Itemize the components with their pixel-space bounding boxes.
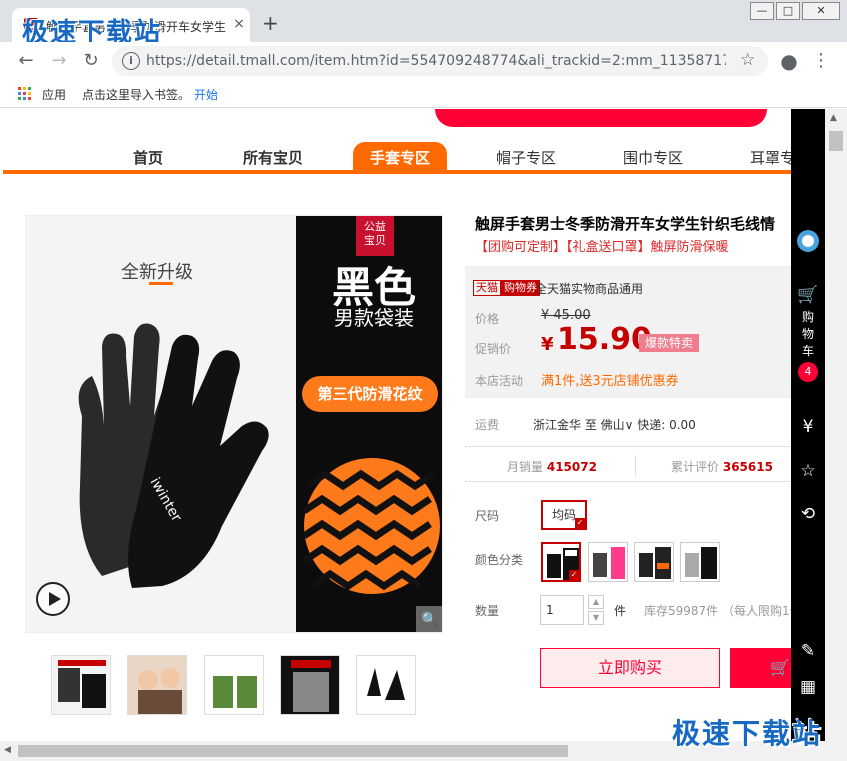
nav-all-items[interactable]: 所有宝贝 bbox=[243, 147, 303, 168]
currency-symbol: ¥ bbox=[541, 334, 554, 355]
shop-activity[interactable]: 满1件,送3元店铺优惠券 bbox=[541, 370, 679, 389]
window-close-button[interactable]: ✕ bbox=[802, 2, 840, 20]
nav-underline bbox=[3, 170, 791, 174]
color-option-4[interactable] bbox=[680, 542, 720, 582]
promo-price: 15.90 bbox=[557, 322, 652, 357]
pattern-circle bbox=[302, 458, 440, 594]
quantity-unit: 件 bbox=[614, 604, 627, 618]
bookmark-start-link[interactable]: 开始 bbox=[194, 86, 218, 103]
quantity-decrease-button[interactable]: ▼ bbox=[588, 611, 604, 625]
size-label: 尺码 bbox=[475, 509, 500, 523]
quantity-increase-button[interactable]: ▲ bbox=[588, 595, 604, 609]
new-tab-button[interactable]: + bbox=[262, 13, 279, 33]
charity-badge: 公益 宝贝 bbox=[356, 216, 394, 256]
nav-earmuffs[interactable]: 耳罩专 bbox=[750, 147, 791, 168]
bookmark-import-hint[interactable]: 点击这里导入书签。 bbox=[82, 86, 190, 103]
bag-text: 男款袋装 bbox=[334, 306, 414, 330]
size-option[interactable]: 均码 ✓ bbox=[541, 500, 587, 530]
yen-icon[interactable]: ¥ bbox=[796, 415, 820, 439]
url-text[interactable]: https://detail.tmall.com/item.htm?id=554… bbox=[146, 53, 726, 69]
back-icon[interactable]: ← bbox=[15, 50, 37, 72]
promo-price-label: 促销价 bbox=[475, 342, 512, 356]
gloves-picture: iwinter bbox=[78, 323, 269, 588]
quantity-input[interactable]: 1 bbox=[540, 595, 584, 625]
nav-gloves-label: 手套专区 bbox=[369, 149, 430, 167]
bookmarks-bar: 应用 点击这里导入书签。 开始 bbox=[0, 80, 847, 108]
stats-row: 月销量 415072 累计评价 365615 bbox=[465, 446, 791, 482]
price-box: 天猫 购物券 全天猫实物商品通用 价格 ¥ 45.00 促销价 ¥ 15.90 爆… bbox=[465, 266, 791, 398]
history-icon[interactable]: ⟲ bbox=[796, 502, 820, 526]
buy-now-button[interactable]: 立即购买 bbox=[540, 648, 720, 688]
cart-icon[interactable]: 🛒 bbox=[796, 283, 820, 307]
bookmark-apps[interactable]: 应用 bbox=[42, 86, 66, 103]
scroll-left-icon[interactable]: ◀ bbox=[4, 745, 11, 755]
original-price: ¥ 45.00 bbox=[541, 308, 591, 323]
star-icon[interactable]: ☆ bbox=[740, 50, 755, 70]
account-icon[interactable]: ● bbox=[778, 50, 800, 72]
thumbnail-3[interactable] bbox=[204, 655, 264, 715]
edit-icon[interactable]: ✎ bbox=[796, 639, 820, 663]
address-bar[interactable]: i https://detail.tmall.com/item.htm?id=5… bbox=[112, 46, 768, 76]
monthly-sales: 月销量 415072 bbox=[507, 460, 597, 474]
product-subtitle: 【团购可定制】【礼盒送口罩】触屏防滑保暖 bbox=[475, 240, 729, 255]
color-label: 颜色分类 bbox=[475, 553, 524, 567]
gen3-text: 第三代防滑花纹 bbox=[302, 376, 438, 412]
cart-count-badge: 4 bbox=[798, 362, 818, 382]
horizontal-scroll-thumb[interactable] bbox=[18, 745, 568, 757]
hot-sale-badge: 爆款特卖 bbox=[639, 334, 700, 352]
nav-home[interactable]: 首页 bbox=[133, 147, 163, 168]
price-label: 价格 bbox=[475, 312, 500, 326]
stock-text: 库存59987件 （每人限购1件 bbox=[644, 604, 791, 618]
apps-icon[interactable] bbox=[18, 87, 32, 101]
avatar-icon[interactable] bbox=[796, 229, 820, 253]
qrcode-icon[interactable]: ▦ bbox=[796, 675, 820, 699]
watermark-bottom: 极速下载站 bbox=[672, 717, 823, 750]
shipping-row: 运费 浙江金华 至 佛山∨ 快递: 0.00 bbox=[465, 409, 791, 439]
thumbnail-5[interactable] bbox=[356, 655, 416, 715]
tab-close-icon[interactable]: × bbox=[231, 16, 247, 32]
info-icon[interactable]: i bbox=[122, 52, 140, 70]
color-option-1[interactable]: ✓ bbox=[541, 542, 581, 582]
menu-icon[interactable]: ⋮ bbox=[810, 50, 832, 72]
star-icon[interactable]: ☆ bbox=[796, 459, 820, 483]
vertical-scrollbar[interactable]: ▲ bbox=[825, 109, 847, 741]
shipping-destination[interactable]: 浙江金华 至 佛山∨ 快递: 0.00 bbox=[533, 416, 696, 433]
upgrade-text: 全新升级 bbox=[121, 262, 193, 283]
nav-scarves[interactable]: 围巾专区 bbox=[623, 147, 683, 168]
coupon-tag: 天猫 购物券 bbox=[473, 280, 540, 296]
page-content: 首页 所有宝贝 手套专区 帽子专区 围巾专区 耳罩专 全新升级 iwinter … bbox=[3, 109, 791, 741]
coupon-text: 全天猫实物商品通用 bbox=[535, 282, 644, 296]
total-reviews[interactable]: 累计评价 365615 bbox=[671, 458, 773, 475]
nav-gloves[interactable]: 手套专区 bbox=[353, 142, 447, 172]
play-video-button[interactable] bbox=[36, 582, 70, 616]
forward-icon[interactable]: → bbox=[48, 50, 70, 72]
selected-check-icon: ✓ bbox=[575, 518, 585, 528]
selected-check-icon: ✓ bbox=[569, 570, 579, 580]
thumbnail-2[interactable] bbox=[127, 655, 187, 715]
product-title: 触屏手套男士冬季防滑开车女学生针织毛线情 bbox=[475, 215, 776, 233]
add-to-cart-button[interactable]: 🛒 bbox=[730, 648, 791, 688]
color-option-3[interactable] bbox=[634, 542, 674, 582]
activity-label: 本店活动 bbox=[475, 374, 524, 388]
shop-banner bbox=[435, 109, 767, 127]
thumbnail-1[interactable] bbox=[51, 655, 111, 715]
zoom-icon[interactable]: 🔍 bbox=[416, 606, 442, 632]
shop-nav: 首页 所有宝贝 手套专区 帽子专区 围巾专区 耳罩专 bbox=[3, 142, 791, 174]
quantity-label: 数量 bbox=[475, 604, 500, 618]
minimize-button[interactable]: — bbox=[750, 2, 774, 20]
cart-label[interactable]: 购物车 bbox=[799, 309, 817, 360]
scroll-up-icon[interactable]: ▲ bbox=[830, 113, 837, 123]
shipping-label: 运费 bbox=[475, 418, 500, 432]
vertical-scroll-thumb[interactable] bbox=[829, 131, 843, 151]
reload-icon[interactable]: ↻ bbox=[80, 50, 102, 72]
cart-icon: 🛒 bbox=[770, 658, 790, 677]
main-product-image[interactable]: 全新升级 iwinter 公益 宝贝 黑色 男款袋装 第三代防滑花纹 🔍 bbox=[25, 215, 443, 633]
tmall-sidebar: 🛒 购物车 4 ¥ ☆ ⟲ ✎ ▦ bbox=[791, 109, 825, 741]
thumbnail-4[interactable] bbox=[280, 655, 340, 715]
color-option-2[interactable] bbox=[588, 542, 628, 582]
nav-hats[interactable]: 帽子专区 bbox=[496, 147, 556, 168]
maximize-button[interactable]: □ bbox=[776, 2, 800, 20]
